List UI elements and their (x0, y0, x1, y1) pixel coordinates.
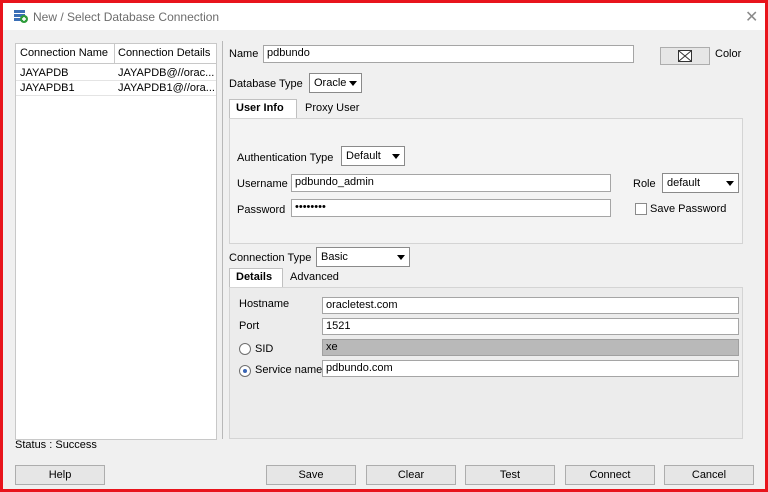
test-button[interactable]: Test (465, 465, 555, 485)
role-label: Role (633, 178, 656, 190)
role-select[interactable]: default (662, 173, 739, 193)
dialog-window: New / Select Database Connection ✕ Conne… (0, 0, 768, 492)
connection-type-label: Connection Type (229, 252, 312, 264)
column-header-connection-name[interactable]: Connection Name (20, 47, 108, 59)
tab-advanced[interactable]: Advanced (284, 269, 350, 289)
chevron-down-icon (397, 255, 405, 260)
database-type-label: Database Type (229, 78, 303, 90)
port-input[interactable]: 1521 (322, 318, 739, 335)
database-connection-icon (14, 10, 28, 23)
connection-details-cell[interactable]: JAYAPDB@//orac... (118, 67, 214, 79)
column-divider (114, 44, 115, 63)
tab-user-info[interactable]: User Info (229, 99, 297, 119)
connection-type-value: Basic (321, 251, 348, 263)
authentication-type-label: Authentication Type (237, 152, 334, 164)
connection-name-cell[interactable]: JAYAPDB1 (20, 82, 112, 94)
database-type-value: Oracle (314, 77, 347, 89)
row-divider (16, 95, 216, 96)
password-input[interactable]: •••••••• (291, 199, 611, 217)
close-icon[interactable]: ✕ (745, 7, 758, 27)
sid-radio[interactable] (239, 343, 251, 355)
row-divider (16, 80, 216, 81)
title-bar: New / Select Database Connection ✕ (3, 3, 765, 30)
cancel-button[interactable]: Cancel (664, 465, 754, 485)
hostname-input[interactable]: oracletest.com (322, 297, 739, 314)
username-input[interactable]: pdbundo_admin (291, 174, 611, 192)
chevron-down-icon (726, 181, 734, 186)
port-label: Port (239, 320, 260, 332)
status-text: Status : Success (15, 439, 97, 451)
chevron-down-icon (349, 81, 357, 86)
column-header-connection-details[interactable]: Connection Details (118, 47, 210, 59)
username-label: Username (237, 178, 288, 190)
authentication-type-select[interactable]: Default (341, 146, 405, 166)
help-button[interactable]: Help (15, 465, 105, 485)
connection-type-select[interactable]: Basic (316, 247, 410, 267)
role-value: default (667, 177, 701, 189)
connection-list: Connection Name Connection Details JAYAP… (15, 43, 217, 440)
hostname-label: Hostname (239, 298, 290, 310)
password-label: Password (237, 204, 286, 216)
color-button[interactable] (660, 47, 710, 65)
authentication-type-value: Default (346, 150, 381, 162)
save-button[interactable]: Save (266, 465, 356, 485)
name-label: Name (229, 48, 259, 60)
tab-details[interactable]: Details (229, 268, 283, 288)
save-password-label: Save Password (650, 203, 727, 215)
sid-input: xe (322, 339, 739, 356)
tab-proxy-user[interactable]: Proxy User (299, 100, 369, 120)
service-name-label: Service name (255, 364, 323, 376)
name-input[interactable]: pdbundo (263, 45, 634, 63)
connection-details-cell[interactable]: JAYAPDB1@//ora... (118, 82, 214, 94)
chevron-down-icon (392, 154, 400, 159)
connect-button[interactable]: Connect (565, 465, 655, 485)
window-title: New / Select Database Connection (33, 10, 220, 24)
color-label: Color (715, 48, 742, 60)
service-name-input[interactable]: pdbundo.com (322, 360, 739, 377)
splitter[interactable] (222, 41, 223, 439)
save-password-checkbox[interactable] (635, 203, 647, 215)
connection-name-cell[interactable]: JAYAPDB (20, 67, 112, 79)
color-swatch-icon (678, 50, 692, 62)
clear-button[interactable]: Clear (366, 465, 456, 485)
sid-label: SID (255, 343, 274, 355)
service-name-radio[interactable] (239, 365, 251, 377)
database-type-select[interactable]: Oracle (309, 73, 362, 93)
connection-table-header: Connection Name Connection Details (16, 44, 216, 64)
